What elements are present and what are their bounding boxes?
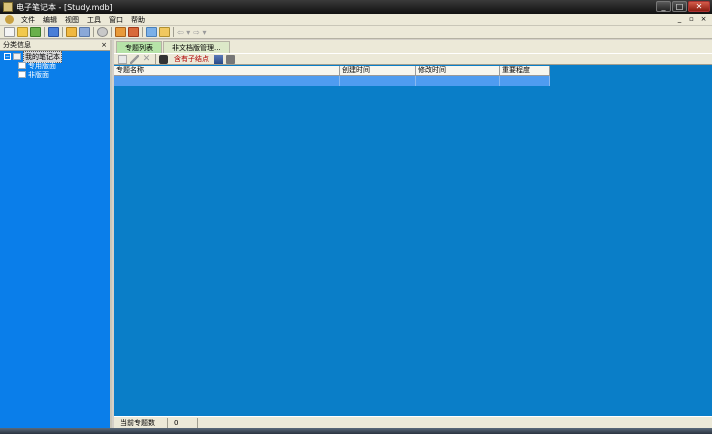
main-toolbar: ⇦ ▾ ⇨ ▾	[0, 26, 712, 39]
edit-icon[interactable]	[130, 54, 139, 64]
delete-icon[interactable]: ✕	[142, 54, 151, 64]
toolbar-separator	[62, 27, 63, 37]
table-cell[interactable]	[416, 76, 500, 86]
column-topic-name[interactable]: 专题名称	[114, 66, 340, 75]
window-title: 电子笔记本 - [Study.mdb]	[16, 2, 113, 12]
tab-document-manage[interactable]: 非文档版管理...	[163, 41, 230, 53]
mdi-restore-button[interactable]: ▫	[687, 15, 696, 24]
menu-view[interactable]: 视图	[61, 15, 83, 25]
mdi-close-button[interactable]: ×	[699, 15, 708, 24]
category-pane: 分类信息 × − 我的笔记本 专用版面 非版面	[0, 40, 112, 434]
table-row[interactable]	[114, 76, 550, 86]
column-created-time[interactable]: 创建时间	[340, 66, 416, 75]
save-as-icon[interactable]	[79, 27, 90, 37]
collapse-icon[interactable]: −	[4, 53, 11, 60]
copy-icon[interactable]	[146, 27, 157, 37]
save-icon[interactable]	[30, 27, 41, 37]
status-bar: 当前专题数 0	[114, 416, 712, 428]
mdi-minimize-button[interactable]: _	[675, 15, 684, 24]
topic-count-value: 0	[168, 417, 198, 428]
include-children-label[interactable]: 含有子结点	[174, 54, 209, 64]
mdi-controls: _ ▫ ×	[675, 15, 708, 24]
tab-topic-list[interactable]: 专题列表	[116, 41, 162, 53]
toolbar-separator	[155, 54, 156, 64]
minimize-button[interactable]: _	[656, 1, 671, 12]
menu-window[interactable]: 窗口	[105, 15, 127, 25]
topic-tabs: 专题列表 非文档版管理...	[114, 40, 712, 53]
category-tree: − 我的笔记本 专用版面 非版面	[0, 50, 110, 79]
topic-pane: 专题列表 非文档版管理... ✕ 含有子结点 专题名称 创建时间 修改时间 重要…	[114, 40, 712, 434]
menu-bar: 文件 编辑 视图 工具 窗口 帮助 _ ▫ ×	[0, 14, 712, 26]
pane-close-button[interactable]: ×	[101, 41, 107, 49]
menu-tools[interactable]: 工具	[83, 15, 105, 25]
chart-icon[interactable]	[214, 54, 223, 64]
column-modified-time[interactable]: 修改时间	[416, 66, 500, 75]
toolbar-separator	[111, 27, 112, 37]
search-icon[interactable]	[97, 27, 108, 37]
tree-node-label[interactable]: 非版面	[28, 70, 49, 80]
tree-root[interactable]: − 我的笔记本	[4, 50, 110, 63]
cut-icon[interactable]	[128, 27, 139, 37]
forward-arrow-icon[interactable]: ⇨ ▾	[193, 28, 206, 37]
page-icon	[18, 62, 26, 69]
menu-file[interactable]: 文件	[17, 15, 39, 25]
title-bar: 电子笔记本 - [Study.mdb] _ □ ✕	[0, 0, 712, 14]
toolbar-separator	[142, 27, 143, 37]
folder-icon[interactable]	[66, 27, 77, 37]
menu-edit[interactable]: 编辑	[39, 15, 61, 25]
app-icon	[3, 2, 13, 12]
document-icon[interactable]	[5, 15, 14, 24]
taskbar	[0, 428, 712, 434]
new-icon[interactable]	[4, 27, 15, 37]
settings-icon[interactable]	[226, 54, 235, 64]
table-cell[interactable]	[500, 76, 550, 86]
table-cell[interactable]	[114, 76, 340, 86]
notebook-icon	[13, 53, 21, 60]
open-icon[interactable]	[17, 27, 28, 37]
category-pane-title: 分类信息	[3, 41, 31, 49]
menu-help[interactable]: 帮助	[127, 15, 149, 25]
column-importance[interactable]: 重要程度	[500, 66, 550, 75]
maximize-button[interactable]: □	[672, 1, 687, 12]
page-icon	[18, 71, 26, 78]
close-button[interactable]: ✕	[688, 1, 710, 12]
toolbar-separator	[44, 27, 45, 37]
binoculars-icon[interactable]	[159, 54, 168, 64]
topic-grid-header: 专题名称 创建时间 修改时间 重要程度	[114, 66, 550, 76]
palette-icon[interactable]	[115, 27, 126, 37]
toolbar-separator	[173, 27, 174, 37]
paste-icon[interactable]	[159, 27, 170, 37]
tree-node[interactable]: 非版面	[4, 70, 110, 79]
topic-count-label: 当前专题数	[114, 417, 168, 428]
layout-icon[interactable]	[48, 27, 59, 37]
topic-toolbar: ✕ 含有子结点	[114, 53, 712, 65]
category-pane-header: 分类信息 ×	[0, 40, 110, 51]
back-arrow-icon[interactable]: ⇦ ▾	[177, 28, 190, 37]
new-doc-icon[interactable]	[118, 54, 127, 64]
table-cell[interactable]	[340, 76, 416, 86]
toolbar-separator	[93, 27, 94, 37]
window-controls: _ □ ✕	[656, 1, 710, 12]
